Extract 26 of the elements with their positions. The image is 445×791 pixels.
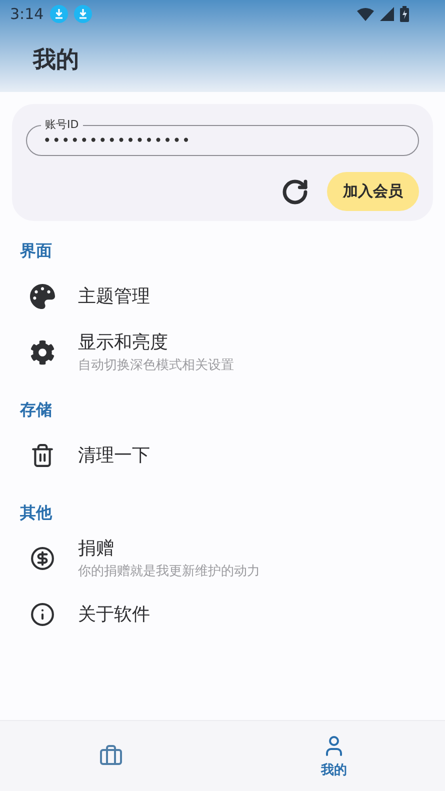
info-icon xyxy=(28,602,56,626)
download-icon xyxy=(74,5,92,23)
menu-item-title[interactable]: 显示和亮度 xyxy=(78,330,234,354)
field-label: 账号ID xyxy=(44,118,80,132)
id-input[interactable]: •••••••••••••••• xyxy=(41,132,404,150)
menu-item-title[interactable]: 捐赠 xyxy=(78,536,260,560)
section-title: 界面 xyxy=(19,240,53,262)
settings-icon xyxy=(28,340,56,364)
menu-item-title[interactable]: 关于软件 xyxy=(78,602,150,626)
section-title: 其他 xyxy=(19,502,54,524)
signal-icon xyxy=(380,7,394,21)
dollar-icon xyxy=(28,546,56,570)
wifi-icon xyxy=(357,8,374,20)
section-title: 存储 xyxy=(18,399,53,421)
page-title: 我的 xyxy=(32,46,80,75)
menu-item-title[interactable]: 清理一下 xyxy=(78,443,150,467)
battery-icon xyxy=(400,6,409,22)
status-time: 3:14 xyxy=(10,5,44,23)
menu-item-subtitle: 自动切换深色模式相关设置 xyxy=(78,357,234,374)
refresh-icon[interactable] xyxy=(281,178,309,206)
menu-item-title[interactable]: 主题管理 xyxy=(78,284,150,308)
account-id-field[interactable]: 账号ID •••••••••••••••• xyxy=(26,118,419,156)
menu-item-subtitle: 你的捐赠就是我更新维护的动力 xyxy=(78,563,260,580)
download-icon xyxy=(50,5,68,23)
palette-icon xyxy=(28,284,56,308)
join-member-button[interactable]: 加入会员 xyxy=(327,172,419,211)
